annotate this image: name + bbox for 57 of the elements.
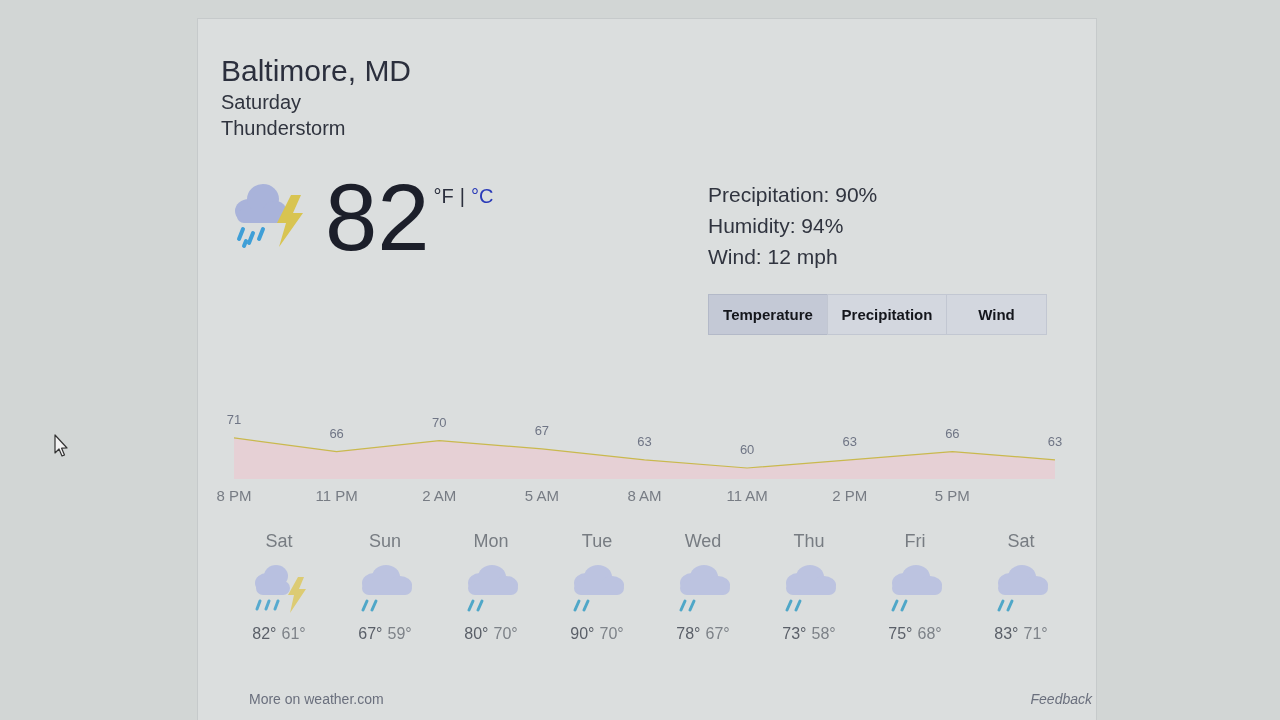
data-label: 63: [1047, 433, 1063, 449]
day-name: Sun: [369, 531, 401, 551]
low-temperature: 70°: [599, 625, 624, 643]
data-label: 70: [432, 414, 447, 430]
high-temperature: 73°: [782, 625, 807, 643]
source-link[interactable]: More on weather.com: [249, 690, 384, 708]
axis-label: 5 PM: [934, 487, 970, 504]
data-label: 60: [739, 442, 755, 458]
data-label: 63: [637, 433, 652, 449]
weather-detail: Precipitation: 90%: [708, 182, 878, 208]
data-label: 67: [534, 422, 550, 438]
axis-label: 11 AM: [726, 487, 768, 504]
high-temperature: 82°: [252, 625, 277, 643]
low-temperature: 71°: [1023, 625, 1048, 643]
low-temperature: 58°: [811, 625, 836, 643]
day-name: Fri: [904, 531, 926, 551]
unit-link[interactable]: °C: [471, 185, 494, 207]
temperature-reading: 82: [325, 171, 430, 265]
high-temperature: 83°: [994, 625, 1019, 643]
data-label: 71: [226, 411, 242, 427]
low-temperature: 68°: [917, 625, 942, 643]
low-temperature: 67°: [705, 625, 730, 643]
day-name: Sat: [265, 531, 293, 551]
axis-label: 8 PM: [216, 487, 252, 504]
day-name: Mon: [473, 531, 509, 551]
unit-separator: |: [459, 185, 465, 207]
weather-detail: Wind: 12 mph: [708, 244, 838, 270]
high-temperature: 80°: [464, 625, 489, 643]
chart-tab[interactable]: Temperature: [708, 294, 828, 335]
data-label: 66: [945, 425, 960, 441]
weather-detail: Humidity: 94%: [708, 213, 844, 239]
cursor-icon: [54, 434, 68, 458]
day-name: Thu: [793, 531, 825, 551]
day-name: Tue: [581, 531, 613, 551]
day-name: Wed: [684, 531, 722, 551]
axis-label: 8 AM: [627, 487, 662, 504]
day-label: Saturday: [221, 90, 302, 115]
axis-label: 2 PM: [832, 487, 868, 504]
data-label: 66: [329, 425, 344, 441]
unit-label: °F: [433, 185, 454, 207]
axis-label: 5 AM: [524, 487, 559, 504]
day-name: Sat: [1007, 531, 1035, 551]
chart-tab[interactable]: Precipitation: [827, 294, 947, 335]
feedback-link[interactable]: Feedback: [1030, 690, 1092, 708]
chart-tab[interactable]: Wind: [946, 294, 1047, 335]
high-temperature: 90°: [570, 625, 595, 643]
data-label: 63: [842, 433, 857, 449]
condition-label: Thunderstorm: [221, 116, 346, 141]
low-temperature: 70°: [493, 625, 518, 643]
high-temperature: 78°: [676, 625, 701, 643]
high-temperature: 75°: [888, 625, 913, 643]
low-temperature: 59°: [387, 625, 412, 643]
axis-label: 2 AM: [422, 487, 457, 504]
axis-label: 11 PM: [315, 487, 358, 504]
location-title: Baltimore, MD: [221, 53, 412, 89]
high-temperature: 67°: [358, 625, 383, 643]
low-temperature: 61°: [281, 625, 306, 643]
